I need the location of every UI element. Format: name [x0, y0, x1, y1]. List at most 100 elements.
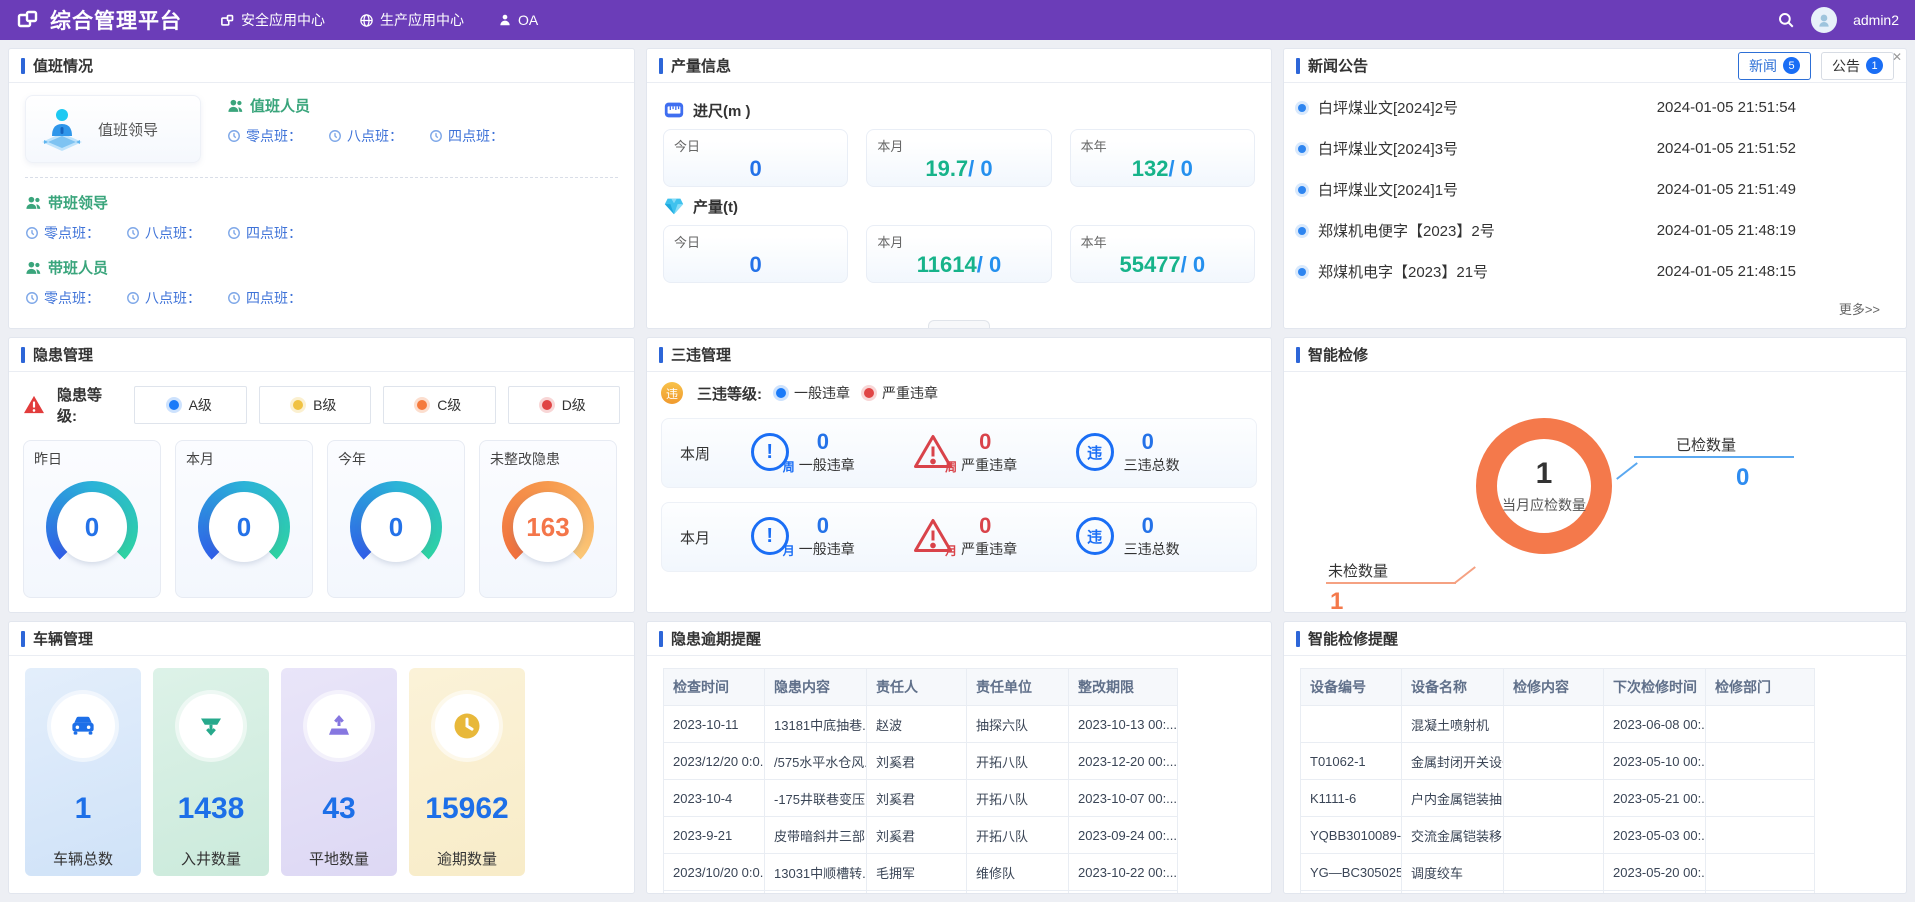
- duty-leader-3d-icon: [36, 103, 88, 155]
- hazard-level-d[interactable]: D级: [508, 386, 621, 424]
- table-cell: 2023/12/20 0:0...: [664, 743, 765, 780]
- hazard-overdue-table: 检查时间 隐患内容 责任人 责任单位 整改期限 2023-10-1113181中…: [663, 668, 1178, 894]
- table-cell: 2023-10-13 00:...: [1069, 706, 1178, 743]
- dashboard-grid: 值班情况 值班领导: [0, 40, 1915, 902]
- table-row[interactable]: BD6018交流金属封闭设备2023-06-16 00:...: [1301, 891, 1815, 895]
- vehicle-card-total: 1 车辆总数: [25, 668, 141, 876]
- table-row[interactable]: 2023/12/22 0:0...13七车场煤仓上...陈红利机运队2023-1…: [664, 891, 1178, 895]
- clock-icon: [25, 226, 39, 240]
- column-header: 检查时间: [664, 669, 765, 706]
- top-navbar: 综合管理平台 安全应用中心 生产应用中心 OA admin2: [0, 0, 1915, 40]
- serious-violation-icon: 月: [913, 517, 953, 557]
- table-cell: 2023-12-20 00:...: [1069, 743, 1178, 780]
- table-cell: BD6018: [1301, 891, 1402, 895]
- table-cell: [1706, 891, 1815, 895]
- car-icon: [51, 694, 115, 758]
- table-cell: 2023-09-24 00:...: [1069, 817, 1178, 854]
- maintenance-donut-chart: 1 当月应检数量: [1476, 418, 1612, 554]
- panel-title: 隐患逾期提醒: [671, 628, 761, 649]
- collapse-handle[interactable]: [928, 320, 990, 329]
- table-cell: 刘奚君: [867, 817, 967, 854]
- tab-announcements[interactable]: 公告1: [1821, 52, 1894, 80]
- apps-icon: [220, 13, 235, 28]
- tab-news[interactable]: 新闻5: [1738, 52, 1811, 80]
- hazard-level-b[interactable]: B级: [259, 386, 372, 424]
- news-list-item[interactable]: 郑煤机电字【2023】21号2024-01-05 21:48:15: [1298, 251, 1892, 292]
- avatar[interactable]: [1811, 7, 1837, 33]
- search-icon[interactable]: [1777, 11, 1795, 29]
- clock-icon: [126, 226, 140, 240]
- oa-icon: [498, 13, 512, 27]
- news-list-item[interactable]: 郑煤机电便字【2023】2号2024-01-05 21:48:19: [1298, 210, 1892, 251]
- bullet-dot-icon: [1298, 268, 1306, 276]
- bullet-dot-icon: [1298, 104, 1306, 112]
- title-accent: [659, 631, 663, 647]
- close-icon[interactable]: ✕: [1892, 51, 1902, 63]
- column-header: 检修部门: [1706, 669, 1815, 706]
- table-row[interactable]: 2023/10/20 0:0...13031中顺槽转...毛拥军维修队2023-…: [664, 854, 1178, 891]
- clock-icon: [429, 129, 443, 143]
- table-row[interactable]: YQBB3010089-2交流金属铠装移...2023-05-03 00:...: [1301, 817, 1815, 854]
- nav-label: OA: [518, 12, 538, 28]
- callout-line: [1616, 462, 1638, 480]
- table-cell: [1504, 743, 1604, 780]
- group-heading: 带班人员: [48, 257, 108, 278]
- nav-item-production-center[interactable]: 生产应用中心: [359, 10, 464, 30]
- table-cell: 交流金属铠装移...: [1402, 817, 1504, 854]
- table-cell: 2023-9-21: [664, 817, 765, 854]
- more-link[interactable]: 更多>>: [1839, 299, 1880, 318]
- table-row[interactable]: K1111-6户内金属铠装抽...2023-05-21 00:...: [1301, 780, 1815, 817]
- table-row[interactable]: 2023-9-21皮带暗斜井三部...刘奚君开拓八队2023-09-24 00:…: [664, 817, 1178, 854]
- table-row[interactable]: T01062-1金属封闭开关设备2023-05-10 00:...: [1301, 743, 1815, 780]
- username[interactable]: admin2: [1853, 12, 1899, 28]
- news-list-item[interactable]: 白坪煤业文[2024]3号2024-01-05 21:51:52: [1298, 128, 1892, 169]
- violation-row-month: 本月 !月 0一般违章 月 0严重违章 违 0三违总数: [661, 502, 1257, 572]
- table-cell: 2023-05-10 00:...: [1604, 743, 1706, 780]
- table-cell: [1706, 743, 1815, 780]
- hazard-level-a[interactable]: A级: [134, 386, 247, 424]
- announcement-count-badge: 1: [1866, 57, 1883, 74]
- news-list-item[interactable]: 白坪煤业文[2024]1号2024-01-05 21:51:49: [1298, 169, 1892, 210]
- stat-serious-week: 周 0严重违章: [913, 431, 1075, 475]
- table-row[interactable]: 2023/12/20 0:0.../575水平水仓风...刘奚君开拓八队2023…: [664, 743, 1178, 780]
- group-heading: 值班人员: [250, 95, 310, 116]
- callout-line: [1454, 566, 1476, 584]
- shift-zero: 零点班：: [25, 288, 100, 308]
- table-row[interactable]: 混凝土喷射机2023-06-08 00:...: [1301, 706, 1815, 743]
- table-row[interactable]: YG—BC3050259调度绞车2023-05-20 00:...: [1301, 854, 1815, 891]
- mine-down-icon: [179, 694, 243, 758]
- panel-production-info: 产量信息 进尺(m ) 今日 0 本月 19.7/ 0 本年 1: [646, 48, 1272, 329]
- clock-icon: [227, 129, 241, 143]
- table-row[interactable]: 2023-10-1113181中底抽巷...赵波抽探六队2023-10-13 0…: [664, 706, 1178, 743]
- people-icon: [227, 98, 244, 113]
- nav-item-security-center[interactable]: 安全应用中心: [220, 10, 325, 30]
- table-cell: 刘奚君: [867, 743, 967, 780]
- table-cell: [1504, 891, 1604, 895]
- panel-duty-status: 值班情况 值班领导: [8, 48, 635, 329]
- table-cell: 机运队: [967, 891, 1069, 895]
- stat-general-month: !月 0一般违章: [751, 515, 913, 559]
- nav-item-oa[interactable]: OA: [498, 12, 538, 28]
- stat-card-output-today: 今日 0: [663, 225, 848, 283]
- table-cell: [1504, 706, 1604, 743]
- violation-row-week: 本周 !周 0一般违章 周 0严重违章 违 0三违总数: [661, 418, 1257, 488]
- stat-card-footage-today: 今日 0: [663, 129, 848, 187]
- table-cell: 维修队: [967, 854, 1069, 891]
- clock-icon: [328, 129, 342, 143]
- panel-title: 车辆管理: [33, 628, 93, 649]
- title-accent: [1296, 58, 1300, 74]
- duty-leader-card[interactable]: 值班领导: [25, 95, 201, 163]
- vehicle-card-overdue: 15962 逾期数量: [409, 668, 525, 876]
- table-cell: T01062-1: [1301, 743, 1402, 780]
- checked-label: 已检数量: [1676, 434, 1736, 455]
- table-cell: 2023-10-4: [664, 780, 765, 817]
- stat-card-footage-month: 本月 19.7/ 0: [866, 129, 1051, 187]
- legend-dot-icon: [864, 388, 874, 398]
- table-row[interactable]: 2023-10-4-175井联巷变压...刘奚君开拓八队2023-10-07 0…: [664, 780, 1178, 817]
- news-list-item[interactable]: 白坪煤业文[2024]2号2024-01-05 21:51:54: [1298, 87, 1892, 128]
- violation-coin-icon: 违: [661, 382, 683, 404]
- hazard-level-c[interactable]: C级: [383, 386, 496, 424]
- callout-line: [1634, 456, 1794, 458]
- shift-zero: 零点班：: [25, 223, 100, 243]
- column-header: 整改期限: [1069, 669, 1178, 706]
